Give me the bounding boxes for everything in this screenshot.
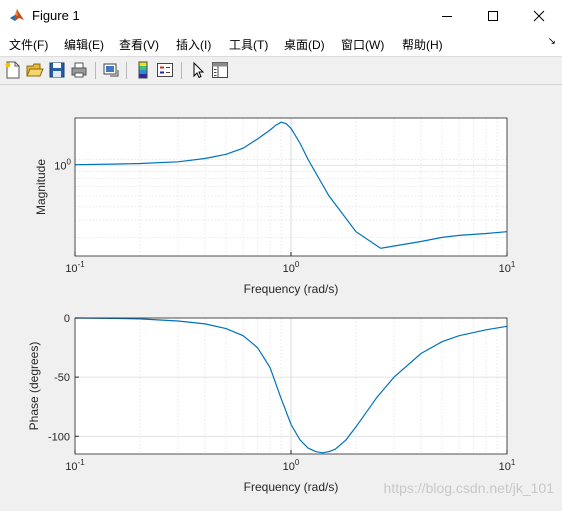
title-bar: Figure 1 [0, 0, 562, 32]
menu-file[interactable]: 文件(F) [9, 36, 48, 53]
new-figure-icon[interactable] [4, 61, 22, 79]
magnitude-x-tick-label: 101 [499, 260, 516, 275]
magnitude-y-axis-label: Magnitude [34, 159, 48, 215]
minimize-icon [442, 16, 452, 17]
close-icon [533, 10, 545, 22]
window-title: Figure 1 [32, 8, 80, 23]
pointer-icon[interactable] [189, 61, 207, 79]
figure-canvas: 10-1 100 101 100 Frequency (rad/s) Magnitude 1… [0, 84, 562, 506]
magnitude-y-tick-label: 100 [54, 157, 71, 172]
link-plot-icon[interactable] [102, 61, 120, 79]
print-icon[interactable] [70, 61, 88, 79]
menu-edit[interactable]: 编辑(E) [64, 36, 104, 53]
phase-x-tick-label: 100 [283, 458, 300, 473]
save-icon[interactable] [48, 61, 66, 79]
bode-plot-figure[interactable]: 10-1 100 101 100 Frequency (rad/s) Magnitude 1… [0, 84, 562, 506]
phase-y-tick-label: 0 [64, 313, 70, 325]
matlab-icon [9, 7, 25, 23]
toolbar-separator [181, 62, 182, 79]
phase-x-tick-label: 10-1 [65, 458, 85, 473]
menu-help[interactable]: 帮助(H) [402, 36, 443, 53]
legend-icon[interactable] [156, 61, 174, 79]
close-button[interactable] [516, 0, 562, 32]
watermark: https://blog.csdn.net/jk_101 [383, 480, 554, 496]
maximize-button[interactable] [470, 0, 516, 32]
phase-y-tick-label: -100 [48, 431, 70, 443]
menu-insert[interactable]: 插入(I) [176, 36, 211, 53]
menu-view[interactable]: 查看(V) [119, 36, 159, 53]
phase-y-tick-label: -50 [54, 372, 70, 384]
toolbar-separator [95, 62, 96, 79]
maximize-icon [488, 11, 498, 21]
menu-desktop[interactable]: 桌面(D) [284, 36, 325, 53]
menu-overflow-icon[interactable]: ↘ [548, 36, 556, 47]
magnitude-x-tick-label: 10-1 [65, 260, 85, 275]
phase-x-tick-label: 101 [499, 458, 516, 473]
menu-tools[interactable]: 工具(T) [229, 36, 268, 53]
magnitude-x-axis-label: Frequency (rad/s) [244, 282, 339, 296]
toolbar-separator [126, 62, 127, 79]
menu-window[interactable]: 窗口(W) [341, 36, 384, 53]
property-inspector-icon[interactable] [211, 61, 229, 79]
colorbar-icon[interactable] [134, 61, 152, 79]
menu-bar: 文件(F) 编辑(E) 查看(V) 插入(I) 工具(T) 桌面(D) 窗口(W… [0, 32, 562, 56]
minimize-button[interactable] [424, 0, 470, 32]
magnitude-x-tick-label: 100 [283, 260, 300, 275]
phase-x-axis-label: Frequency (rad/s) [244, 480, 339, 494]
phase-y-axis-label: Phase (degrees) [27, 342, 41, 431]
open-file-icon[interactable] [26, 61, 44, 79]
toolbar [0, 56, 562, 85]
